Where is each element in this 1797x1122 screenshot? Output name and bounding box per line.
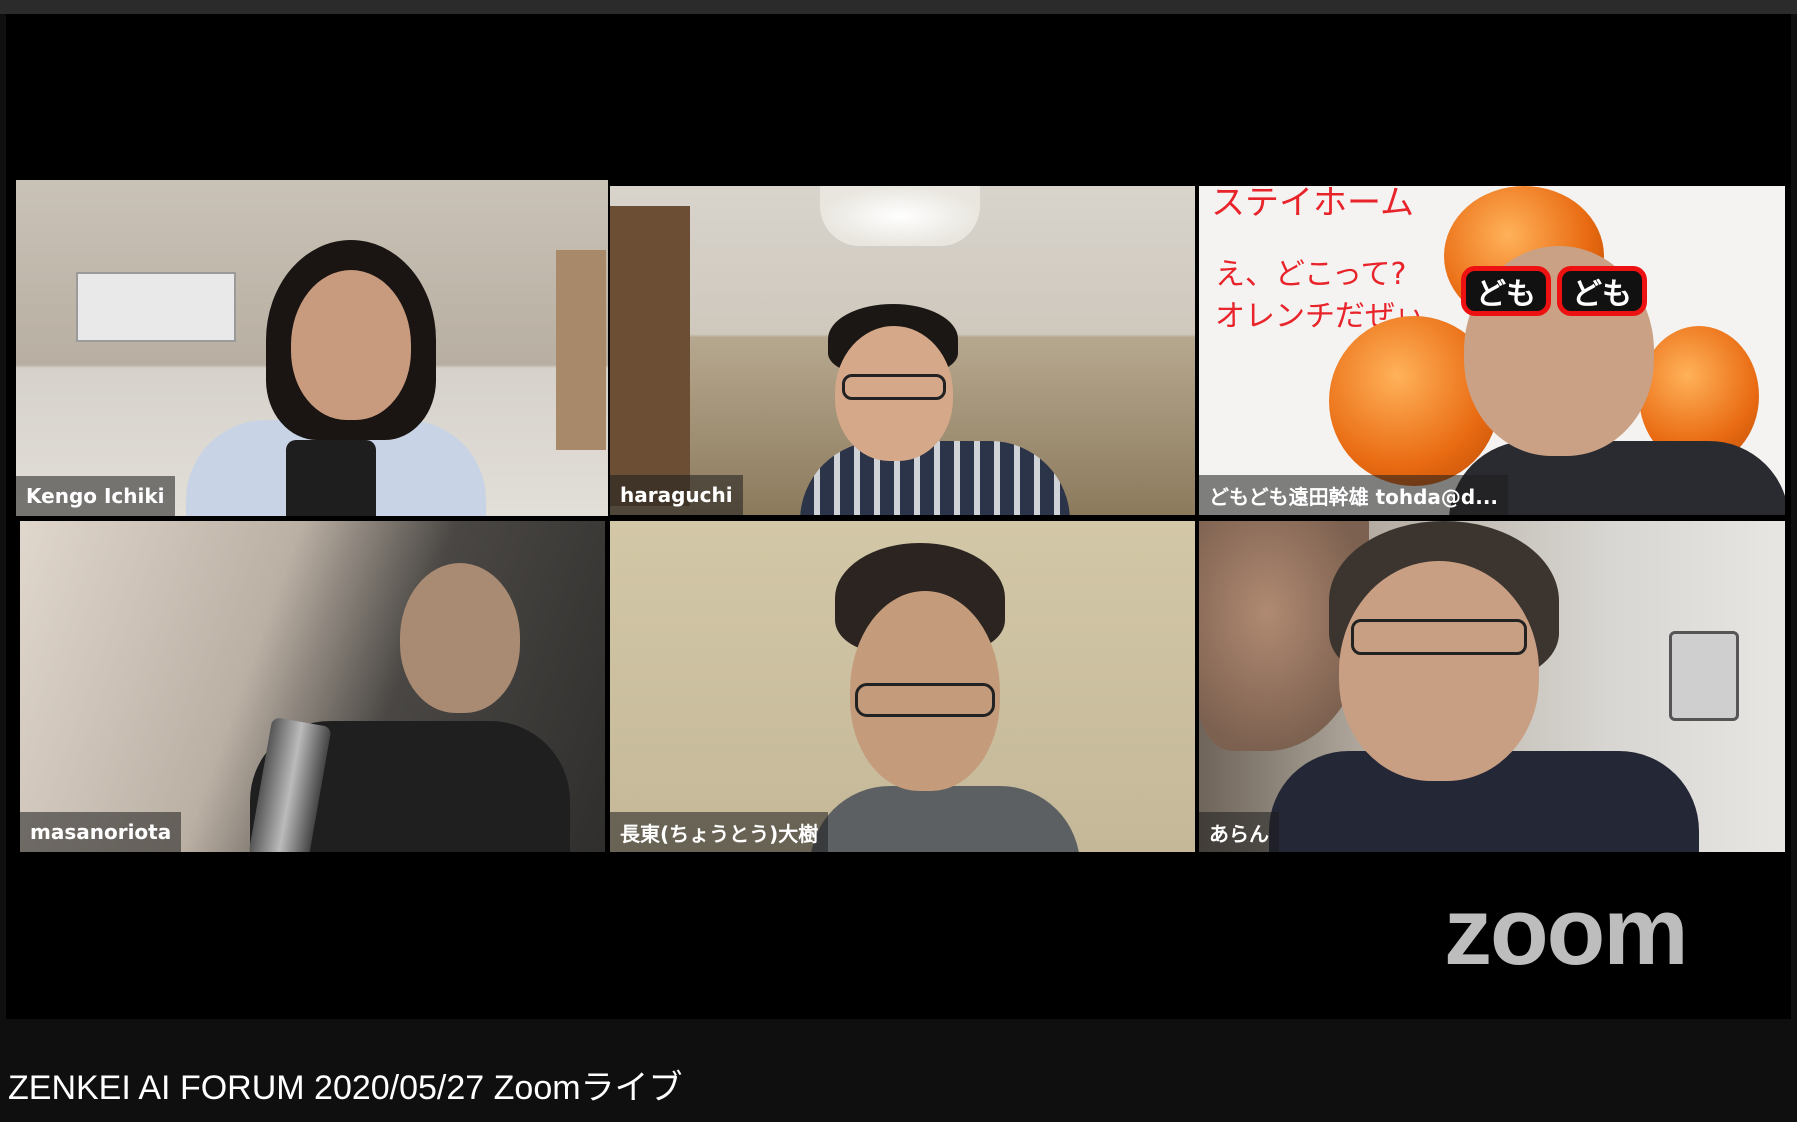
virtual-background-text-stayhome: ステイホーム [1211,186,1414,223]
person-face [400,563,520,713]
video-player[interactable]: Kengo Ichiki haraguchi ステイホーム え、どこって? オレ… [6,14,1791,1019]
participant-tile-choto[interactable]: 長東(ちょうとう)大樹 [610,521,1195,852]
participant-tile-aran[interactable]: あらん [1199,521,1785,852]
person-glasses [855,683,995,717]
video-title[interactable]: ZENKEI AI FORUM 2020/05/27 Zoomライブ [8,1060,683,1109]
person-body [800,441,1070,515]
whiteboard [76,272,236,342]
top-strip [0,0,1797,14]
doorway [610,206,690,506]
participant-name-label: どもども遠田幹雄 tohda@d... [1199,475,1509,515]
participant-tile-haraguchi[interactable]: haraguchi [610,186,1195,515]
participant-name-label: 長東(ちょうとう)大樹 [610,812,829,852]
person-glasses [1351,619,1527,655]
zoom-logo: zoom [1444,878,1689,985]
person-face [291,270,411,420]
person-glasses [842,374,946,400]
hanging-item [1669,631,1739,721]
participant-name-label: あらん [1199,812,1279,852]
person-body [810,786,1080,852]
participant-name-label: Kengo Ichiki [16,476,175,516]
novelty-sunglasses-right: ども [1557,266,1647,316]
door [556,250,606,450]
novelty-sunglasses-left: ども [1461,266,1551,316]
participant-name-label: masanoriota [20,812,182,852]
participant-tile-masanoriota[interactable]: masanoriota [20,521,605,852]
participant-tile-kengo-ichiki[interactable]: Kengo Ichiki [16,180,608,516]
virtual-background-text-line2: え、どこって? [1215,257,1407,292]
person-shirt [286,440,376,516]
ceiling-light [820,186,980,246]
participant-tile-tohda[interactable]: ステイホーム え、どこって? オレンチだぜぃ ども ども どもども遠田幹雄 to… [1199,186,1785,515]
person-face [1339,561,1539,781]
participant-name-label: haraguchi [610,475,743,515]
